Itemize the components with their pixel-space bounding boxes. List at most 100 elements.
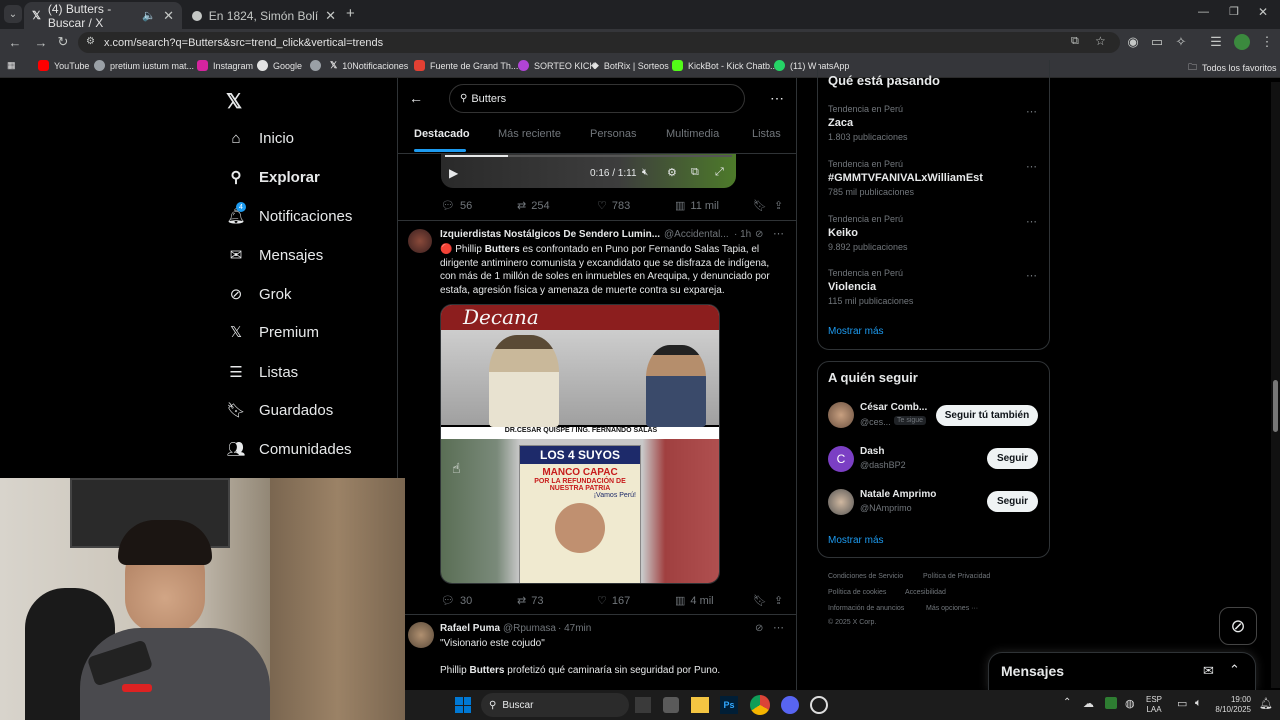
restore-icon[interactable]: ❐ (1229, 5, 1239, 18)
tab-mas-reciente[interactable]: Más reciente (498, 128, 561, 140)
extensions-puzzle-icon[interactable]: ✧ (1172, 33, 1190, 51)
tab-search-icon[interactable]: ⌄ (4, 5, 22, 23)
app-icon[interactable] (810, 696, 828, 714)
nav-inicio[interactable]: ⌂ Inicio (226, 128, 294, 148)
menu-icon[interactable]: ⋮ (1258, 33, 1276, 51)
search-input[interactable]: ⚲ Butters (449, 84, 745, 113)
repost-button[interactable]: ⇄ 73 (517, 594, 543, 608)
footer-link[interactable]: Política de Privacidad (923, 573, 990, 580)
pip-icon[interactable]: ⧉ (691, 166, 699, 179)
trend-item[interactable]: Tendencia en Perú Keiko 9.892 publicacione… (828, 214, 908, 252)
file-explorer-icon[interactable] (691, 697, 709, 713)
chrome-icon[interactable] (750, 695, 770, 715)
bookmark-botrix[interactable]: ◆ BotRix | Sorteos (592, 60, 669, 71)
follow-name[interactable]: Dash (860, 446, 884, 457)
collapse-icon[interactable]: ⌃ (1229, 662, 1240, 678)
like-button[interactable]: ♡ 783 (597, 199, 630, 213)
share-icon[interactable]: ⇪ (774, 594, 783, 607)
more-icon[interactable]: ⋯ (770, 90, 784, 107)
address-bar[interactable]: ⚙ x.com/search?q=Butters&src=trend_click… (78, 32, 1120, 53)
trends-show-more[interactable]: Mostrar más (828, 326, 884, 337)
tab-listas[interactable]: Listas (752, 128, 781, 140)
reply-button[interactable]: 💬︎ 56 (441, 199, 472, 213)
notifications-icon[interactable]: 🔔︎ (1259, 697, 1273, 710)
forward-icon[interactable]: → (32, 33, 50, 51)
video-progress-track[interactable] (445, 155, 732, 157)
tab-destacado[interactable]: Destacado (414, 128, 470, 140)
tab-bolivar[interactable]: En 1824, Simón Bolívar decreto ✕ (184, 2, 344, 29)
tray-app-icon[interactable]: ◍ (1125, 697, 1135, 710)
bookmark-icon[interactable]: 🔖︎ (753, 199, 767, 212)
windows-start-icon[interactable] (455, 697, 471, 713)
tray-chevron-icon[interactable]: ⌃ (1063, 697, 1071, 708)
bookmark-kickbot[interactable]: KickBot - Kick Chatb... (672, 60, 778, 71)
bookmark-google[interactable]: Google (257, 60, 302, 71)
tab-butters[interactable]: 𝕏 (4) Butters - Buscar / X 🔈 ✕ (24, 2, 182, 30)
nav-premium[interactable]: 𝕏 Premium (226, 322, 319, 342)
footer-link[interactable]: Condiciones de Servicio (828, 573, 903, 580)
more-icon[interactable]: ⋯ (773, 227, 784, 240)
close-window-icon[interactable]: ✕ (1258, 5, 1268, 19)
bookmark-10notificaciones[interactable]: 𝕏 10Notificaciones (330, 60, 408, 71)
follow-button[interactable]: Seguir (987, 491, 1038, 512)
nav-explorar[interactable]: ⚲ Explorar (226, 167, 320, 187)
post-handle[interactable]: @Rpumasa (503, 623, 556, 634)
clock[interactable]: 19:00 8/10/2025 (1215, 695, 1251, 715)
nav-grok[interactable]: ⊘ Grok (226, 284, 292, 304)
minimize-icon[interactable]: — (1198, 6, 1209, 18)
new-tab-icon[interactable]: + (346, 5, 355, 22)
views-button[interactable]: ▥ 4 mil (675, 594, 714, 608)
follow-name[interactable]: César Comb... (860, 402, 927, 413)
media-icon[interactable]: ☰ (1207, 33, 1225, 51)
bookmark-icon[interactable]: 🔖︎ (753, 594, 767, 607)
close-tab-icon[interactable]: ✕ (325, 8, 336, 24)
footer-link[interactable]: Accesibilidad (905, 589, 946, 596)
nav-listas[interactable]: ☰ Listas (226, 362, 298, 382)
onedrive-icon[interactable]: ☁ (1083, 697, 1094, 710)
share-icon[interactable]: ⇪ (774, 199, 783, 212)
nav-mensajes[interactable]: ✉ Mensajes (226, 245, 324, 265)
back-arrow-icon[interactable]: ← (409, 90, 423, 106)
more-icon[interactable]: ⋯ (773, 621, 784, 634)
post-handle[interactable]: @Accidental... (664, 229, 729, 240)
grok-icon[interactable]: ⊘ (755, 623, 763, 634)
reload-icon[interactable]: ↻ (54, 33, 72, 51)
photoshop-icon[interactable]: Ps (720, 696, 738, 714)
settings-icon[interactable]: ⚙ (667, 166, 677, 179)
nav-notificaciones[interactable]: 🔔︎ 4 Notificaciones (226, 202, 352, 226)
all-bookmarks[interactable]: 🗀 Todos los favoritos (1188, 60, 1277, 76)
bookmark-star-icon[interactable]: ☆ (1095, 34, 1106, 48)
trend-item[interactable]: Tendencia en Perú #GMMTVFANIVALxWilliamEs… (828, 159, 983, 197)
site-info-icon[interactable]: ⚙ (86, 36, 95, 47)
nav-guardados[interactable]: 🔖︎ Guardados (226, 400, 333, 420)
bookmark-instagram[interactable]: Instagram (197, 60, 253, 71)
tab-personas[interactable]: Personas (590, 128, 636, 140)
profile-avatar[interactable] (1234, 34, 1250, 50)
post-author[interactable]: Rafael Puma (440, 623, 500, 634)
nav-comunidades[interactable]: 👥︎ Comunidades (226, 439, 351, 459)
discord-icon[interactable] (781, 696, 799, 714)
post-author[interactable]: Izquierdistas Nostálgicos De Sendero Lum… (440, 229, 660, 240)
scrollbar-thumb[interactable] (1273, 380, 1278, 432)
footer-more[interactable]: Más opciones ··· (926, 605, 978, 612)
mute-icon[interactable]: 🔇︎ (642, 167, 648, 178)
repost-button[interactable]: ⇄ 254 (517, 199, 550, 213)
messages-drawer[interactable]: Mensajes ✉ ⌃ (988, 652, 1256, 690)
post-time[interactable]: · 47min (558, 623, 591, 634)
back-icon[interactable]: ← (6, 33, 24, 51)
task-view-icon[interactable] (635, 697, 651, 713)
more-icon[interactable]: ⋯ (1026, 160, 1037, 173)
apps-icon[interactable]: ▦ (7, 60, 16, 71)
scrollbar[interactable] (1271, 82, 1280, 688)
fullscreen-icon[interactable]: ⤢ (715, 166, 724, 179)
language-indicator[interactable]: ESP LAA (1146, 695, 1162, 715)
tray-app-icon[interactable] (1105, 697, 1117, 709)
trend-item[interactable]: Tendencia en Perú Zaca 1.803 publicaciones (828, 104, 908, 142)
footer-link[interactable]: Información de anuncios (828, 605, 904, 612)
bookmark-pretium[interactable]: pretium iustum mat... (94, 60, 194, 71)
grok-icon[interactable]: ⊘ (1219, 607, 1257, 645)
trend-item[interactable]: Tendencia en Perú Violencia 115 mil public… (828, 268, 913, 306)
avatar[interactable] (828, 402, 854, 428)
install-icon[interactable]: ⧉ (1071, 35, 1079, 48)
new-message-icon[interactable]: ✉ (1203, 663, 1214, 679)
